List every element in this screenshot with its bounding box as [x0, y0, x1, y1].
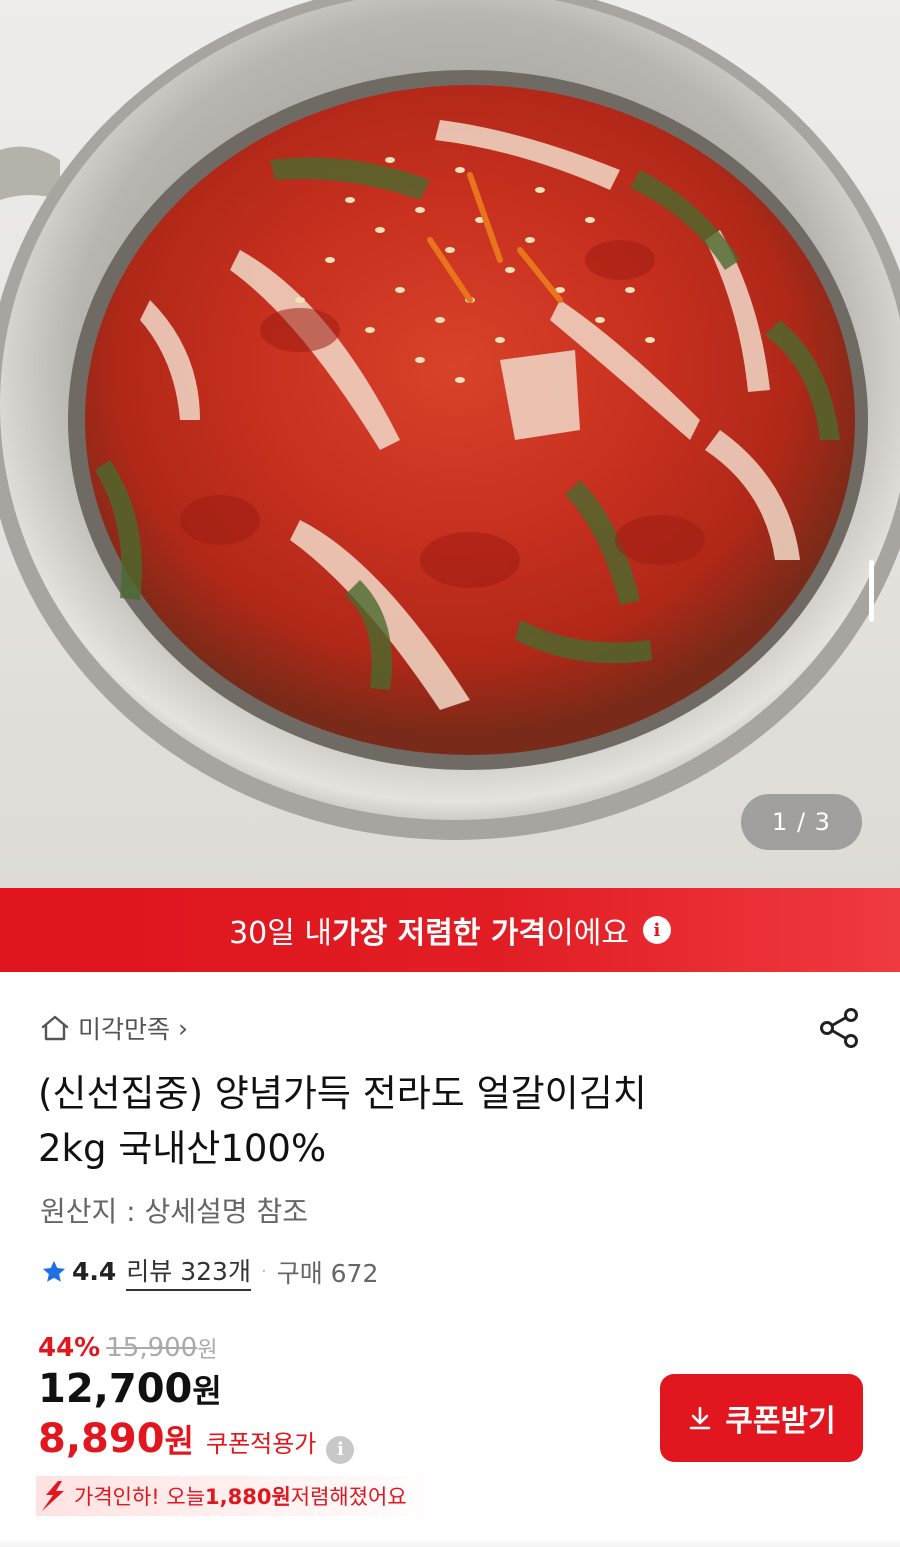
discount-row: 44% 15,900 원: [38, 1332, 217, 1364]
purchase-count: 구매 672: [276, 1258, 379, 1288]
product-title-line1: (신선집중) 양념가득 전라도 얼갈이김치: [38, 1072, 647, 1115]
product-image[interactable]: 1 / 3: [0, 0, 900, 888]
banner-highlight: 가장 저렴한 가격: [332, 916, 547, 951]
sale-price-amount: 12,700: [38, 1366, 193, 1412]
coupon-price-unit: 원: [164, 1422, 194, 1460]
star-icon: [42, 1260, 66, 1282]
separator-dot: ·: [260, 1261, 267, 1282]
get-coupon-button[interactable]: 쿠폰받기: [660, 1374, 863, 1462]
product-title-line2: 2kg 국내산100%: [38, 1127, 327, 1170]
info-icon[interactable]: i: [642, 916, 671, 944]
product-title: (신선집중) 양념가득 전라도 얼갈이김치 2kg 국내산100%: [38, 1066, 858, 1176]
kimchi-photo: [0, 0, 900, 888]
rating-row: 4.4 리뷰 323개 · 구매 672: [40, 1252, 378, 1291]
price-drop-prefix: 가격인하! 오늘: [74, 1485, 206, 1509]
coupon-price-row: 8,890 원 쿠폰적용가 i: [38, 1416, 355, 1464]
coupon-price-label: 쿠폰적용가: [205, 1430, 317, 1458]
home-icon: [41, 1015, 69, 1041]
sale-price: 12,700원: [38, 1366, 222, 1412]
chevron-right-icon: ›: [178, 1013, 189, 1043]
original-price-unit: 원: [197, 1338, 218, 1363]
get-coupon-label: 쿠폰받기: [725, 1404, 836, 1439]
price-drop-amount: 1,880원: [205, 1485, 291, 1509]
coupon-price-amount: 8,890: [38, 1416, 165, 1462]
store-link[interactable]: 미각만족 ›: [40, 1010, 188, 1046]
image-scroll-indicator: [869, 560, 874, 622]
lowest-price-banner[interactable]: 30일 내 가장 저렴한 가격 이에요 i: [0, 888, 900, 972]
store-name: 미각만족: [78, 1015, 171, 1044]
price-down-arrow-icon: [42, 1481, 64, 1511]
original-price: 15,900: [106, 1333, 198, 1363]
banner-prefix: 30일 내: [229, 916, 332, 951]
image-pager: 1 / 3: [741, 794, 862, 850]
coupon-info-icon[interactable]: i: [326, 1435, 355, 1464]
price-drop-notice: 가격인하! 오늘 1,880원 저렴해졌어요: [36, 1476, 456, 1516]
download-icon: [689, 1406, 711, 1430]
discount-rate: 44%: [38, 1333, 101, 1363]
review-count-link[interactable]: 리뷰 323개: [126, 1252, 251, 1291]
share-icon[interactable]: [818, 1006, 862, 1050]
product-origin: 원산지 : 상세설명 참조: [40, 1195, 308, 1228]
rating-score: 4.4: [72, 1257, 117, 1286]
sale-price-unit: 원: [192, 1372, 222, 1410]
banner-suffix: 이에요: [546, 916, 629, 951]
price-drop-suffix: 저렴해졌어요: [290, 1485, 407, 1509]
section-divider: [0, 1538, 900, 1547]
